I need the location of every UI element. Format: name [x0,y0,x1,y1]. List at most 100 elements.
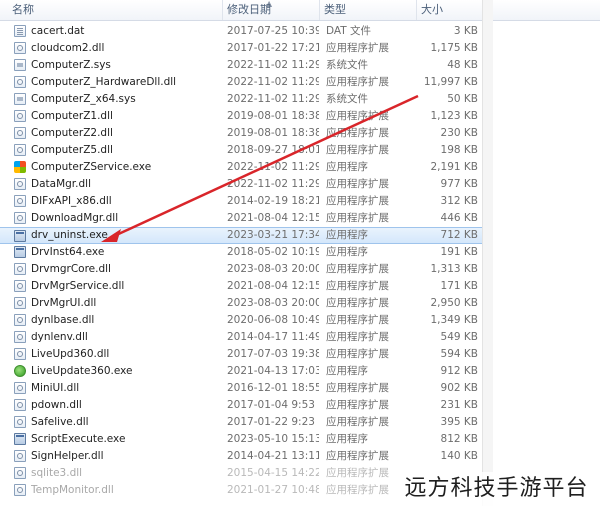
file-name: LiveUpdate360.exe [31,365,133,377]
file-date: 2014-04-17 11:49 [227,331,319,343]
file-size: 11,997 KB [423,76,478,88]
file-dat-icon [14,25,26,37]
file-type: 应用程序扩展 [326,144,389,156]
file-name: drv_uninst.exe [31,229,108,241]
file-size: 1,349 KB [430,314,479,326]
file-size: 446 KB [440,212,478,224]
file-row[interactable]: dynlenv.dll 2014-04-17 11:49 应用程序扩展 549 KB [0,329,482,346]
file-row[interactable]: LiveUpd360.dll 2017-07-03 19:38 应用程序扩展 594 … [0,346,482,363]
file-dll-icon [14,467,26,479]
file-exe-icon [14,246,26,258]
file-size: 171 KB [440,280,478,292]
file-type: 应用程序扩展 [326,450,389,462]
file-row[interactable]: LiveUpdate360.exe 2021-04-13 17:03 应用程序 912… [0,363,482,380]
file-row[interactable]: dynlbase.dll 2020-06-08 10:49 应用程序扩展 1,349 … [0,312,482,329]
file-row[interactable]: ScriptExecute.exe 2023-05-10 15:13 应用程序 812… [0,431,482,448]
file-size: 1,123 KB [430,110,479,122]
file-row[interactable]: DIFxAPI_x86.dll 2014-02-19 18:21 应用程序扩展 312… [0,193,482,210]
file-name: DrvMgrUI.dll [31,297,97,309]
file-date: 2021-08-04 12:15 [227,280,319,292]
file-row[interactable]: cloudcom2.dll 2017-01-22 17:21 应用程序扩展 1,175… [0,40,482,57]
file-row[interactable]: DrvMgrService.dll 2021-08-04 12:15 应用程序扩展 1… [0,278,482,295]
file-dll-icon [14,331,26,343]
file-dll-icon [14,382,26,394]
file-type: 应用程序扩展 [326,382,389,394]
file-dll-icon [14,76,26,88]
file-type: 应用程序扩展 [326,76,389,88]
file-row[interactable]: ComputerZService.exe 2022-11-02 11:29 应用程序… [0,159,482,176]
file-name: DrvMgrService.dll [31,280,125,292]
file-type: 应用程序扩展 [326,331,389,343]
file-name: LiveUpd360.dll [31,348,110,360]
file-row[interactable]: DrvmgrCore.dll 2023-08-03 20:00 应用程序扩展 1,31… [0,261,482,278]
column-header-name[interactable]: 名称 [8,0,222,20]
file-win-icon [14,161,26,173]
file-size: 812 KB [440,433,478,445]
file-date: 2023-08-03 20:00 [227,263,319,275]
file-name: cloudcom2.dll [31,42,105,54]
column-header-size[interactable]: 大小 [417,0,482,20]
file-type: 应用程序 [326,433,368,445]
file-row[interactable]: ComputerZ_HardwareDll.dll 2022-11-02 11:2… [0,74,482,91]
file-size: 902 KB [440,382,478,394]
file-date: 2020-06-08 10:49 [227,314,319,326]
file-date: 2018-05-02 10:19 [227,246,319,258]
file-size: 2,950 KB [430,297,479,309]
file-date: 2022-11-02 11:29 [227,93,319,105]
file-date: 2017-01-04 9:53 [227,399,315,411]
file-row[interactable]: ComputerZ5.dll 2018-09-27 18:01 应用程序扩展 198 … [0,142,482,159]
file-dll-icon [14,144,26,156]
file-name: ComputerZ5.dll [31,144,113,156]
file-name: DrvmgrCore.dll [31,263,111,275]
file-name: sqlite3.dll [31,467,83,479]
column-header-date[interactable]: 修改日期 [223,0,319,20]
file-row[interactable]: ComputerZ_x64.sys 2022-11-02 11:29 系统文件 50 … [0,91,482,108]
file-type: 应用程序扩展 [326,212,389,224]
file-row[interactable]: SignHelper.dll 2014-04-21 13:11 应用程序扩展 140 … [0,448,482,465]
file-row[interactable]: Safelive.dll 2017-01-22 9:23 应用程序扩展 395 KB [0,414,482,431]
file-row[interactable]: DrvMgrUI.dll 2023-08-03 20:00 应用程序扩展 2,950 … [0,295,482,312]
file-size: 312 KB [440,195,478,207]
file-row[interactable]: DownloadMgr.dll 2021-08-04 12:15 应用程序扩展 446… [0,210,482,227]
file-dll-icon [14,297,26,309]
file-name: DIFxAPI_x86.dll [31,195,112,207]
file-exe-icon [14,230,26,242]
file-date: 2014-02-19 18:21 [227,195,319,207]
file-row[interactable]: cacert.dat 2017-07-25 10:39 DAT 文件 3 KB [0,23,482,40]
file-type: 应用程序扩展 [326,42,389,54]
file-name: SignHelper.dll [31,450,104,462]
file-type: 应用程序扩展 [326,178,389,190]
file-dll-icon [14,263,26,275]
file-row[interactable]: ComputerZ1.dll 2019-08-01 18:38 应用程序扩展 1,12… [0,108,482,125]
file-date: 2015-04-15 14:22 [227,467,319,479]
file-row[interactable]: MiniUI.dll 2016-12-01 18:55 应用程序扩展 902 KB [0,380,482,397]
file-name: ComputerZService.exe [31,161,152,173]
file-size: 912 KB [440,365,478,377]
file-size: 140 KB [440,450,478,462]
file-type: 应用程序扩展 [326,195,389,207]
file-size: 1,313 KB [430,263,479,275]
file-row[interactable]: DrvInst64.exe 2018-05-02 10:19 应用程序 191 KB [0,244,482,261]
file-date: 2023-03-21 17:34 [227,229,319,241]
file-dll-icon [14,416,26,428]
file-dll-icon [14,280,26,292]
file-type: 应用程序扩展 [326,399,389,411]
file-row[interactable]: ComputerZ.sys 2022-11-02 11:29 系统文件 48 KB [0,57,482,74]
vertical-scrollbar[interactable] [482,0,493,506]
file-row[interactable]: drv_uninst.exe 2023-03-21 17:34 应用程序 712 KB [0,227,482,244]
file-row[interactable]: pdown.dll 2017-01-04 9:53 应用程序扩展 231 KB [0,397,482,414]
file-exe-icon [14,433,26,445]
file-row[interactable]: DataMgr.dll 2022-11-02 11:29 应用程序扩展 977 KB [0,176,482,193]
file-row[interactable]: ComputerZ2.dll 2019-08-01 18:38 应用程序扩展 230 … [0,125,482,142]
file-name: pdown.dll [31,399,82,411]
file-size: 50 KB [447,93,478,105]
file-date: 2023-08-03 20:00 [227,297,319,309]
column-header-type[interactable]: 类型 [320,0,416,20]
file-size: 395 KB [440,416,478,428]
file-date: 2021-04-13 17:03 [227,365,319,377]
file-dll-icon [14,42,26,54]
file-type: 应用程序扩展 [326,263,389,275]
file-date: 2021-01-27 10:48 [227,484,319,496]
file-explorer-window: 名称 ▲ 修改日期 类型 大小 cacert.dat 2017-07-25 10:… [0,0,600,506]
file-dll-icon [14,178,26,190]
